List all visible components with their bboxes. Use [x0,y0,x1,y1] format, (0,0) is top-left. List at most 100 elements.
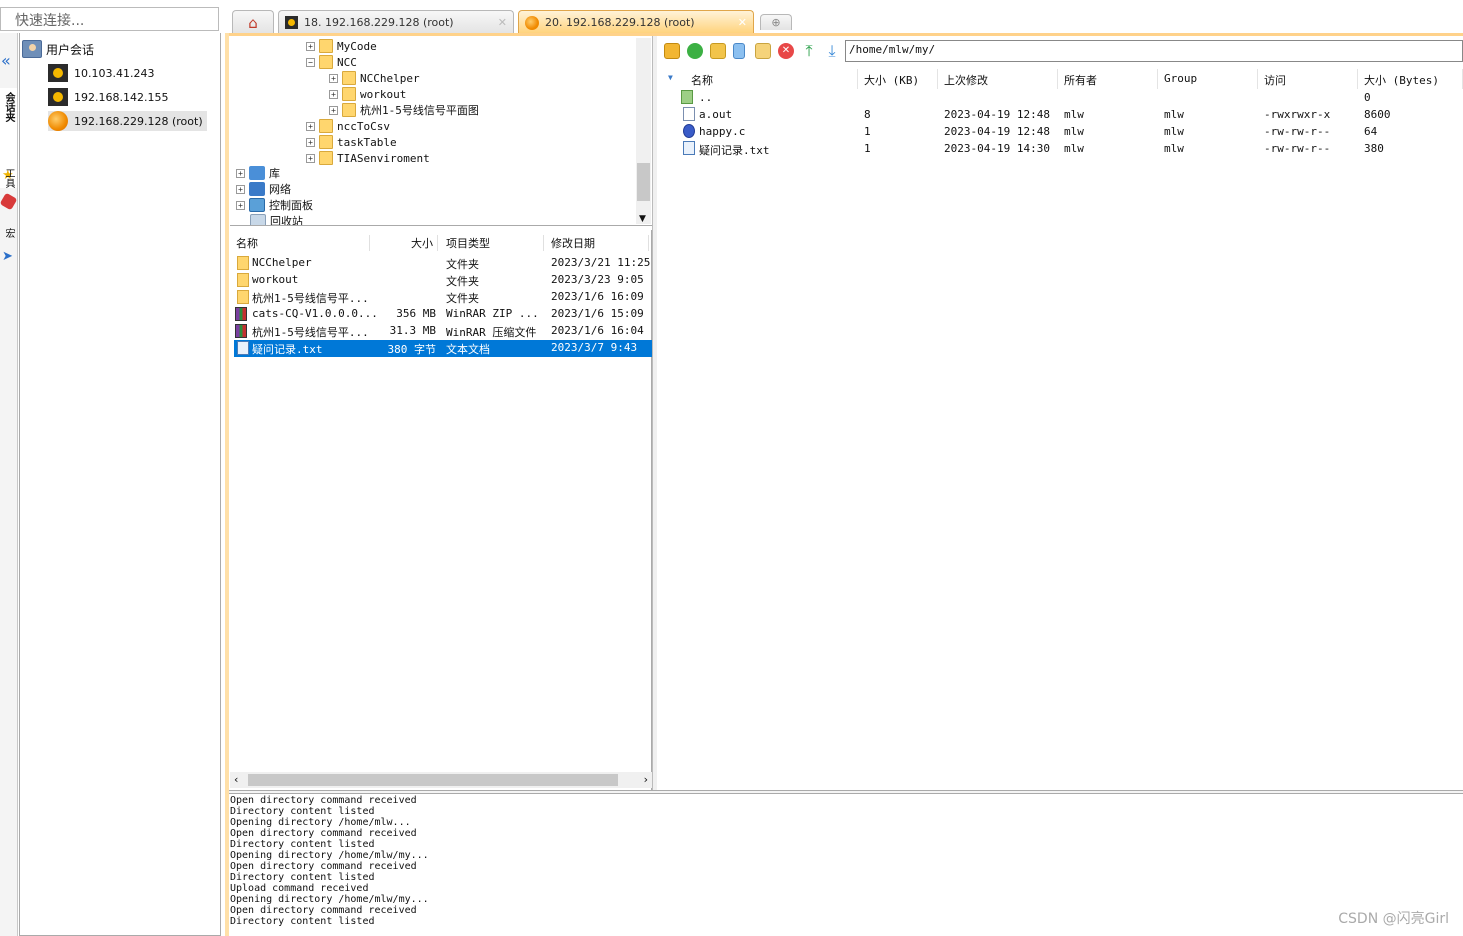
tab-tools-label[interactable]: 工具 [1,168,15,188]
table-row[interactable]: 杭州1-5号线信号平... 文件夹 2023/1/6 16:09 [234,289,652,306]
expand-icon[interactable]: + [306,153,315,163]
table-row[interactable]: a.out 8 2023-04-19 12:48 mlw mlw -rwxrwx… [657,106,1463,123]
folder-icon [319,151,333,165]
user-sessions-folder[interactable]: 用户会话 [22,39,94,59]
table-row[interactable]: NCChelper 文件夹 2023/3/21 11:25 [234,255,652,272]
expand-icon[interactable]: + [329,105,338,115]
new-tab-button[interactable]: ⊕ [760,14,792,30]
tree-node[interactable]: + taskTable [306,134,397,150]
remote-file-size: 1 [864,125,871,138]
session-label: 192.168.229.128 (root) [74,114,203,128]
chevron-right-icon[interactable]: › [644,773,648,786]
new-folder-icon[interactable] [710,43,726,59]
close-icon[interactable]: ✕ [498,16,507,29]
table-row[interactable]: workout 文件夹 2023/3/23 9:05 [234,272,652,289]
quick-connect-input[interactable]: 快速连接... [0,7,219,31]
local-file-list: 名称 大小 项目类型 修改日期 NCChelper 文件夹 2023/3/21 … [230,230,652,790]
new-file-icon[interactable] [733,43,745,59]
table-row[interactable]: .. 0 [657,89,1463,106]
hscrollbar-thumb[interactable] [248,774,618,786]
column-header-type[interactable]: 项目类型 [440,235,544,251]
tree-scrollbar-thumb[interactable] [637,163,650,201]
file-date: 2023/3/7 9:43 [551,341,638,354]
table-row[interactable]: happy.c 1 2023-04-19 12:48 mlw mlw -rw-r… [657,123,1463,140]
column-header-group[interactable]: Group [1158,69,1258,89]
local-folder-tree: + MyCode − NCC + NCChelper + workout + 杭州1-5号… [230,36,652,226]
tree-node-label: taskTable [337,135,397,149]
column-header-size-kb[interactable]: 大小 (KB) [858,69,938,89]
column-header-date[interactable]: 修改日期 [545,235,649,251]
tree-node[interactable]: + nccToCsv [306,118,390,134]
sort-chevron-icon[interactable]: ▼ [668,73,673,82]
session-item-active[interactable]: 192.168.229.128 (root) [48,111,207,131]
column-header-size[interactable]: 大小 [370,235,438,251]
tree-node[interactable]: + 控制面板 [236,197,313,213]
tree-node[interactable]: + MyCode [306,38,377,54]
log-splitter[interactable] [229,790,1463,794]
column-header-modified[interactable]: 上次修改 [938,69,1058,89]
column-header-name[interactable]: 名称 [230,235,370,251]
tree-scrollbar[interactable]: ▼ [636,38,651,224]
tree-node-label: 网络 [269,183,291,196]
folder-icon [319,119,333,133]
local-list-hscrollbar[interactable]: ‹ › [230,772,652,788]
expand-icon[interactable]: + [329,73,338,83]
download-icon[interactable]: ⤓ [824,43,840,59]
key-icon [48,64,68,82]
file-type: 文本文档 [446,343,490,356]
tree-node[interactable]: + TIASenviroment [306,150,430,166]
remote-file-bytes: 64 [1364,125,1378,138]
tree-node-label: TIASenviroment [337,151,430,165]
remote-file-access: -rw-rw-r-- [1264,125,1331,138]
parent-folder-icon[interactable] [664,43,680,59]
tree-node[interactable]: + 网络 [236,181,291,197]
remote-file-group: mlw [1164,125,1184,138]
tree-node[interactable]: 回收站 [250,213,303,226]
tree-node[interactable]: − NCC [306,54,357,70]
session-item[interactable]: 10.103.41.243 [48,63,158,83]
column-header-owner[interactable]: 所有者 [1058,69,1158,89]
file-date: 2023/1/6 16:04 [551,324,644,337]
close-icon[interactable]: ✕ [738,16,747,29]
column-header-access[interactable]: 访问 [1258,69,1358,89]
file-name: workout [252,273,299,286]
expand-icon[interactable]: + [306,121,315,131]
expand-icon[interactable]: + [306,137,315,147]
expand-icon[interactable]: + [236,168,245,178]
table-row[interactable]: cats-CQ-V1.0.0.0... 356 MB WinRAR ZIP ..… [234,306,652,323]
folder-icon [237,290,249,304]
tab-macros-label[interactable]: 宏 [1,228,15,238]
expand-icon[interactable]: + [236,200,245,210]
upload-icon[interactable]: ⤒ [801,43,817,59]
table-row[interactable]: 杭州1-5号线信号平... 31.3 MB WinRAR 压缩文件 2023/1… [234,323,652,340]
tree-node-label: 回收站 [270,215,303,226]
collapse-node-icon[interactable]: − [306,57,315,67]
tree-node[interactable]: + 杭州1-5号线信号平面图 [329,102,479,118]
column-header-name[interactable]: 名称 [685,69,858,89]
key-icon [48,88,68,106]
table-row-selected[interactable]: 疑问记录.txt 380 字节 文本文档 2023/3/7 9:43 [234,340,652,357]
collapse-icon[interactable]: « [1,53,11,69]
column-header-bytes[interactable]: 大小 (Bytes) [1358,69,1463,89]
winrar-icon [235,324,247,338]
session-item[interactable]: 192.168.142.155 [48,87,172,107]
chevron-down-icon[interactable]: ▼ [639,214,646,224]
plus-icon: ⊕ [771,16,781,29]
expand-icon[interactable]: + [329,89,338,99]
home-tab[interactable]: ⌂ [232,10,274,34]
tree-node[interactable]: + workout [329,86,406,102]
table-row[interactable]: 疑问记录.txt 1 2023-04-19 14:30 mlw mlw -rw-… [657,140,1463,157]
tab-session-20[interactable]: 20. 192.168.229.128 (root) ✕ [518,10,754,34]
open-folder-icon[interactable] [755,43,771,59]
remote-file-list: ▼ 名称 大小 (KB) 上次修改 所有者 Group 访问 大小 (Bytes… [657,66,1463,790]
tree-node[interactable]: + 库 [236,165,280,181]
chevron-left-icon[interactable]: ‹ [234,773,238,786]
remote-path-input[interactable]: /home/mlw/my/ [845,40,1463,62]
expand-icon[interactable]: + [306,41,315,51]
tree-node[interactable]: + NCChelper [329,70,420,86]
delete-icon[interactable]: ✕ [778,43,794,59]
refresh-icon[interactable] [687,43,703,59]
expand-icon[interactable]: + [236,184,245,194]
file-type: 文件夹 [446,292,479,305]
tab-session-18[interactable]: 18. 192.168.229.128 (root) ✕ [278,10,514,34]
